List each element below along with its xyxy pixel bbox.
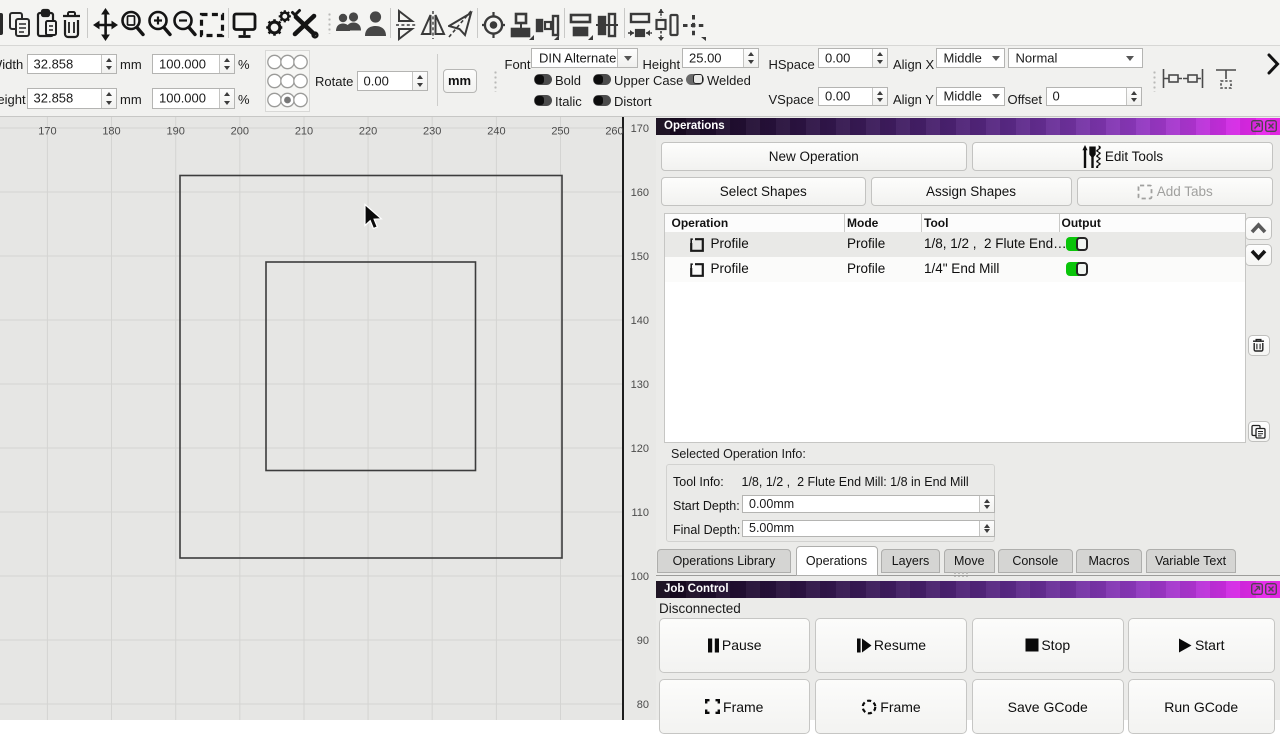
svg-text:120: 120 (631, 443, 649, 455)
svg-text:150: 150 (631, 251, 649, 263)
svg-text:100: 100 (631, 571, 649, 583)
svg-text:250: 250 (551, 126, 569, 138)
svg-text:210: 210 (295, 126, 313, 138)
svg-text:140: 140 (631, 315, 649, 327)
svg-text:160: 160 (631, 187, 649, 199)
svg-text:170: 170 (38, 126, 56, 138)
svg-text:220: 220 (359, 126, 377, 138)
svg-text:80: 80 (637, 699, 649, 711)
svg-text:200: 200 (231, 126, 249, 138)
svg-text:110: 110 (631, 507, 649, 519)
svg-text:230: 230 (423, 126, 441, 138)
svg-text:170: 170 (631, 123, 649, 135)
svg-text:90: 90 (637, 635, 649, 647)
svg-text:180: 180 (102, 126, 120, 138)
svg-text:130: 130 (631, 379, 649, 391)
svg-text:260: 260 (605, 126, 623, 138)
svg-text:240: 240 (487, 126, 505, 138)
svg-text:190: 190 (167, 126, 185, 138)
